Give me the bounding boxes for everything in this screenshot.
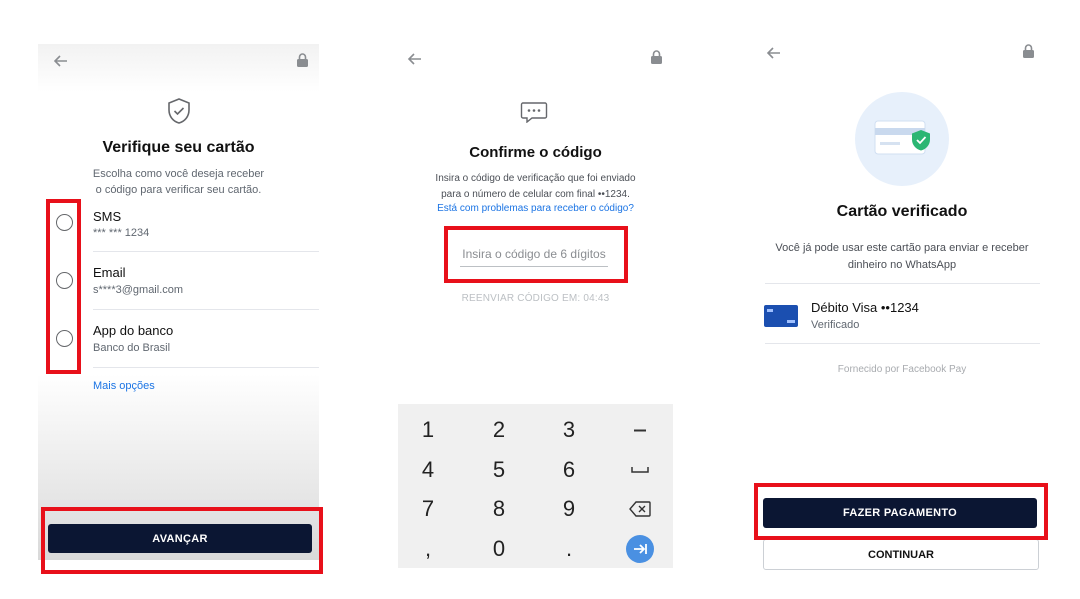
- continue-button[interactable]: CONTINUAR: [763, 539, 1039, 570]
- subtitle-line: dinheiro no WhatsApp: [847, 259, 957, 271]
- key-comma[interactable]: ,: [403, 531, 453, 567]
- divider: [93, 251, 319, 252]
- numeric-keypad: 1 2 3 4 5 6 7 8 9 , 0 .: [398, 404, 673, 568]
- key-enter[interactable]: [615, 531, 665, 567]
- key-9[interactable]: 9: [544, 491, 594, 527]
- divider: [93, 367, 319, 368]
- subtitle-line: Insira o código de verificação que foi e…: [435, 173, 636, 184]
- resend-timer: REENVIAR CÓDIGO EM: 04:43: [461, 293, 610, 304]
- backspace-icon: [629, 501, 651, 517]
- key-period[interactable]: .: [544, 531, 594, 567]
- card-name: Débito Visa ••1234: [811, 300, 919, 315]
- subtitle-line: Você já pode usar este cartão para envia…: [775, 242, 1029, 254]
- confirm-code-screen: Confirme o código Insira o código de ver…: [398, 44, 673, 568]
- page-title: Verifique seu cartão: [102, 139, 255, 156]
- key-6[interactable]: 6: [544, 452, 594, 488]
- highlight-pay-button: [754, 483, 1048, 540]
- chat-bubble-icon: [519, 100, 549, 124]
- more-options-link[interactable]: Mais opções: [93, 380, 155, 392]
- provided-by-text: Fornecido por Facebook Pay: [837, 364, 967, 375]
- key-3[interactable]: 3: [544, 412, 594, 448]
- enter-arrow-icon: [626, 535, 654, 563]
- back-arrow-icon[interactable]: [404, 48, 426, 70]
- key-4[interactable]: 4: [403, 452, 453, 488]
- lock-icon: [293, 50, 311, 70]
- key-5[interactable]: 5: [474, 452, 524, 488]
- option-label: Email: [93, 265, 126, 280]
- option-label: App do banco: [93, 323, 174, 338]
- card-verified-illustration: [855, 92, 949, 186]
- divider: [93, 309, 319, 310]
- key-space[interactable]: [615, 452, 665, 488]
- visa-card-icon: [764, 305, 798, 327]
- back-arrow-icon[interactable]: [763, 44, 785, 64]
- subtitle-line: Escolha como você deseja receber: [92, 168, 265, 180]
- space-icon: [631, 467, 649, 473]
- card-status: Verificado: [811, 319, 860, 331]
- help-link[interactable]: Está com problemas para receber o código…: [398, 203, 673, 214]
- lock-icon: [1019, 44, 1037, 61]
- option-label: SMS: [93, 209, 122, 224]
- back-arrow-icon[interactable]: [50, 50, 72, 72]
- highlight-radio-options: [46, 199, 81, 374]
- divider: [765, 283, 1040, 284]
- key-minus[interactable]: [615, 412, 665, 448]
- option-detail: *** *** 1234: [93, 227, 150, 239]
- divider: [765, 343, 1040, 344]
- highlight-code-input: [444, 226, 628, 283]
- key-backspace[interactable]: [615, 491, 665, 527]
- page-subtitle: Insira o código de verificação que foi e…: [398, 171, 673, 202]
- key-0[interactable]: 0: [474, 531, 524, 567]
- key-7[interactable]: 7: [403, 491, 453, 527]
- key-2[interactable]: 2: [474, 412, 524, 448]
- highlight-continue-button: [41, 507, 323, 574]
- shield-check-icon: [166, 96, 192, 126]
- lock-icon: [647, 47, 665, 67]
- option-detail: Banco do Brasil: [93, 342, 171, 354]
- page-subtitle: Escolha como você deseja receber o códig…: [38, 166, 319, 198]
- page-title: Confirme o código: [469, 144, 602, 161]
- minus-icon: [634, 429, 646, 431]
- key-8[interactable]: 8: [474, 491, 524, 527]
- option-detail: s****3@gmail.com: [93, 284, 184, 296]
- key-1[interactable]: 1: [403, 412, 453, 448]
- subtitle-line: para o número de celular com final ••123…: [441, 188, 630, 200]
- card-verified-icon: [874, 120, 930, 155]
- page-subtitle: Você já pode usar este cartão para envia…: [757, 240, 1047, 274]
- page-title: Cartão verificado: [836, 203, 968, 220]
